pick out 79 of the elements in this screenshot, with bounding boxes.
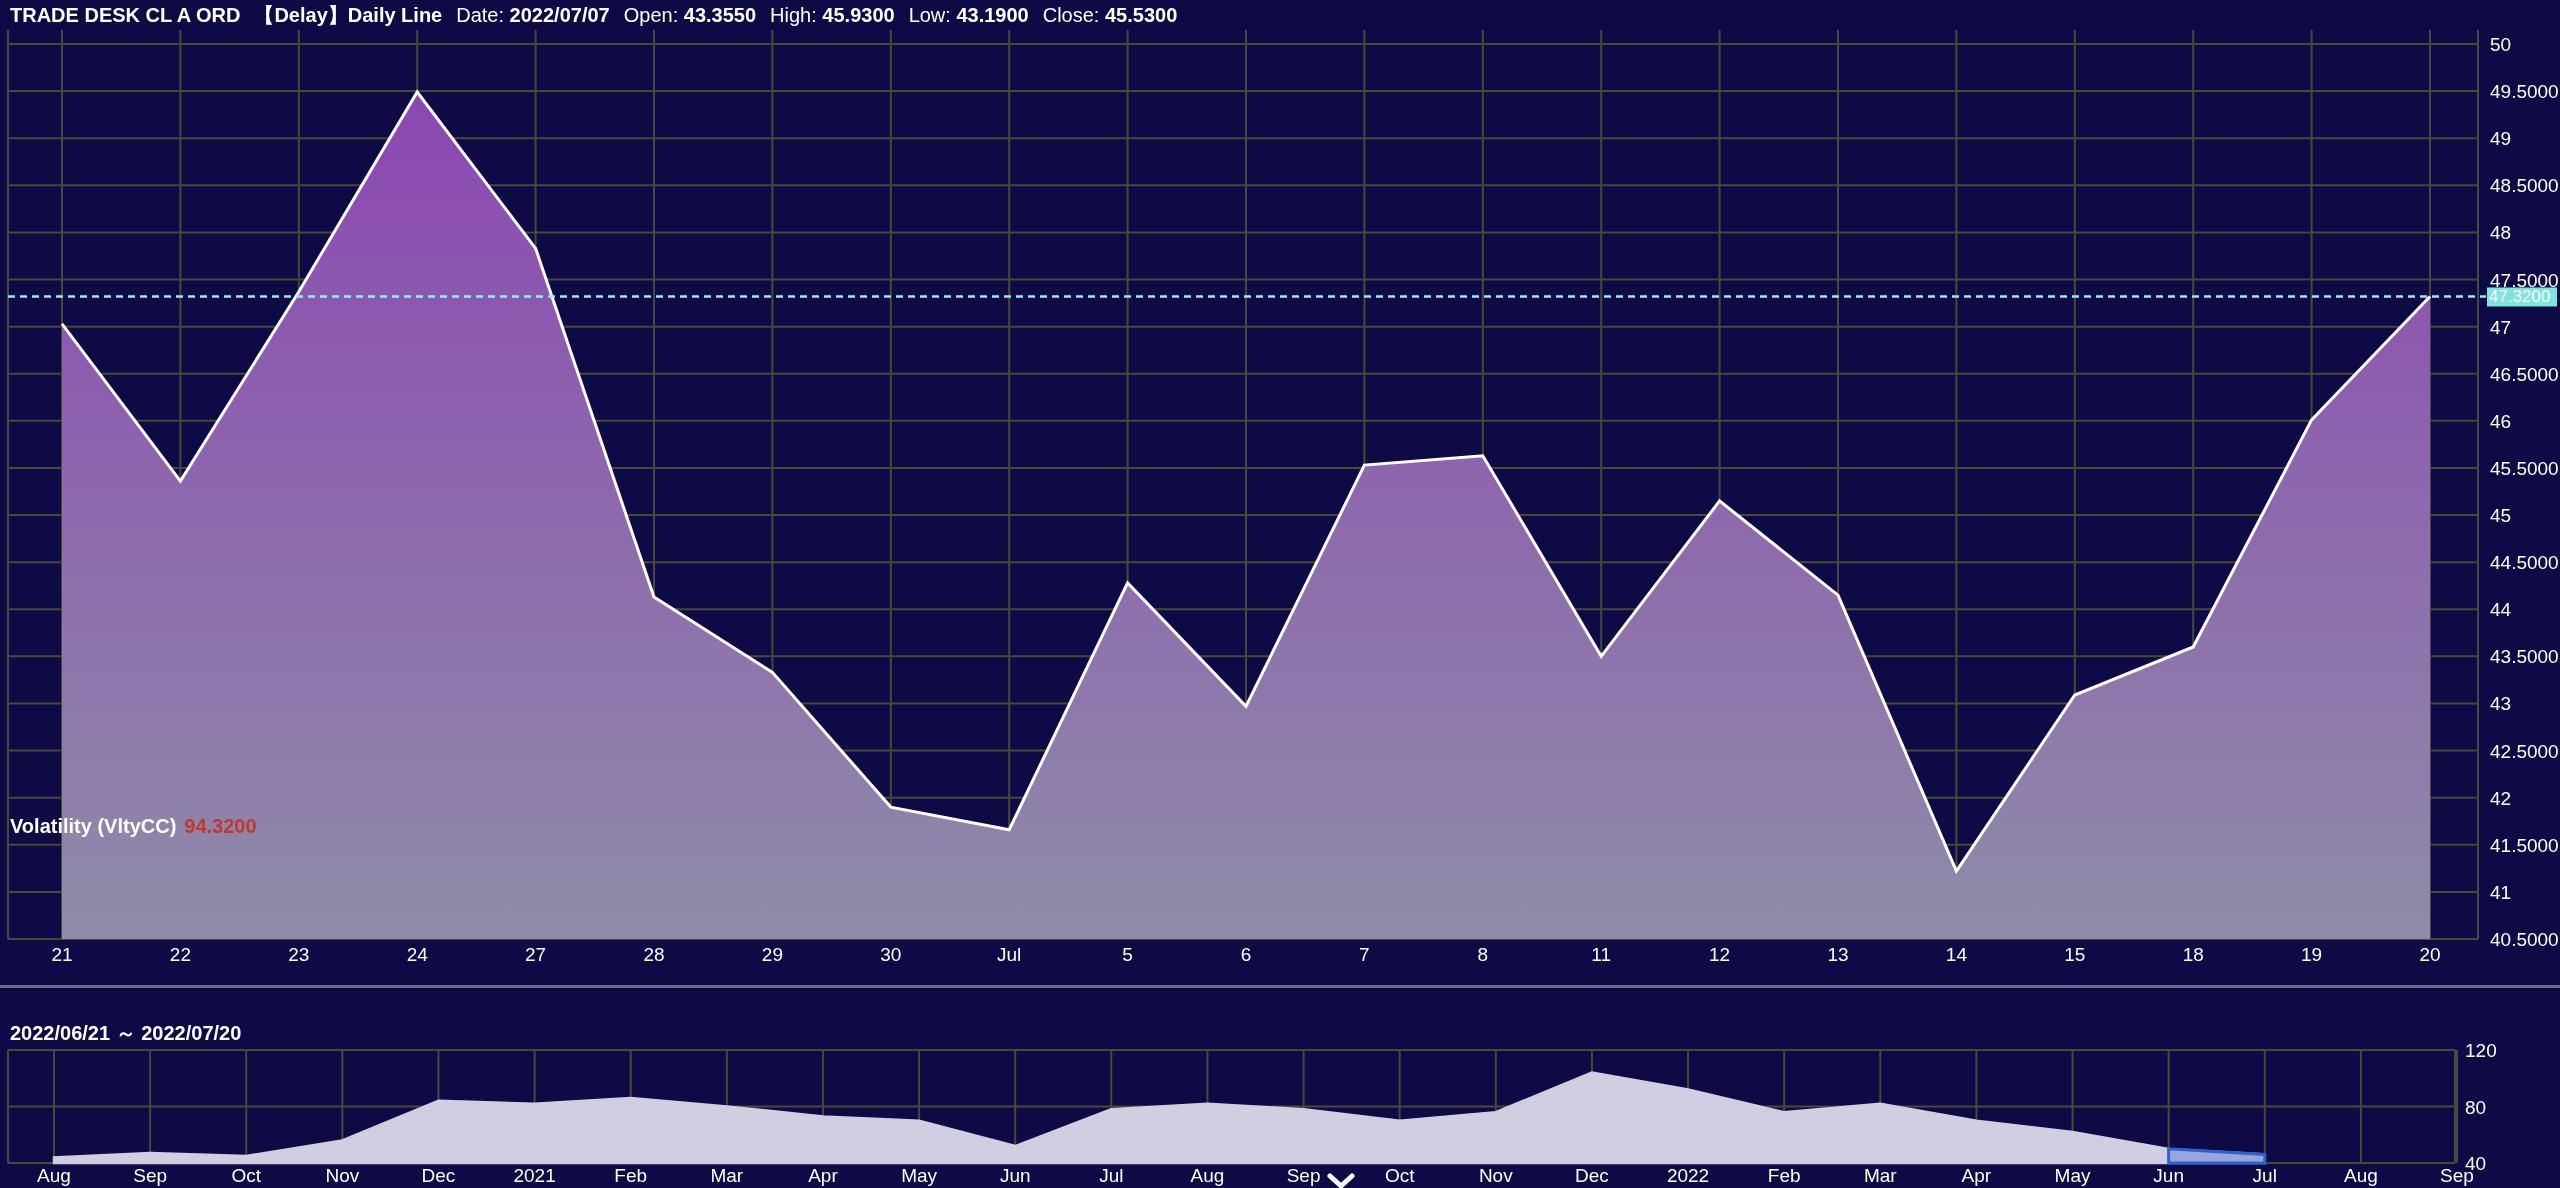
axis-label: 22 xyxy=(169,944,191,965)
axis-label: 7 xyxy=(1359,944,1370,965)
axis-label: 24 xyxy=(406,944,428,965)
axis-label: 42.5000 xyxy=(2490,740,2559,762)
axis-label: 50 xyxy=(2490,34,2512,55)
axis-label: 28 xyxy=(643,944,665,965)
axis-label: 27 xyxy=(525,944,547,965)
axis-label: 48.5000 xyxy=(2490,175,2559,197)
axis-label: 120 xyxy=(2465,1040,2497,1061)
axis-label: Oct xyxy=(1384,1165,1415,1186)
quote-field: Low: 43.1900 xyxy=(908,3,1029,27)
axis-label: 20 xyxy=(2419,944,2441,965)
axis-label: 42 xyxy=(2490,787,2512,809)
axis-label: 11 xyxy=(1591,944,1612,965)
axis-label: Dec xyxy=(421,1165,456,1186)
quote-field: Date: 2022/07/07 xyxy=(456,3,610,27)
axis-label: Aug xyxy=(2343,1165,2378,1186)
axis-label: 41 xyxy=(2490,881,2512,903)
axis-label: Feb xyxy=(1767,1165,1801,1186)
axis-label: Mar xyxy=(1863,1165,1897,1186)
axis-label: 46.5000 xyxy=(2490,363,2559,385)
date-range-label: 2022/06/21 ～ 2022/07/20 xyxy=(10,1022,242,1044)
axis-label: 21 xyxy=(51,944,73,965)
axis-label: Sep xyxy=(1286,1165,1321,1186)
axis-label: 2022 xyxy=(1666,1165,1710,1186)
axis-label: 2021 xyxy=(513,1165,556,1186)
axis-label: 29 xyxy=(761,944,783,965)
axis-label: Oct xyxy=(231,1165,261,1186)
price-tag: 47.3200 xyxy=(2487,287,2557,307)
axis-label: Apr xyxy=(1961,1165,1992,1186)
axis-label: Jun xyxy=(999,1165,1031,1186)
quote-field: Close: 45.5300 xyxy=(1042,3,1178,27)
axis-label: Mar xyxy=(710,1165,744,1186)
axis-label: Nov xyxy=(1478,1165,1513,1186)
axis-label: 80 xyxy=(2465,1096,2487,1118)
selected-range-area[interactable] xyxy=(2167,1147,2267,1165)
axis-label: 14 xyxy=(1945,944,1967,965)
axis-label: 44.5000 xyxy=(2490,552,2559,574)
axis-label: 44 xyxy=(2490,599,2512,621)
axis-label: Aug xyxy=(37,1165,71,1186)
axis-label: 12 xyxy=(1709,944,1731,965)
axis-label: 30 xyxy=(880,944,902,965)
axis-label: 47 xyxy=(2490,316,2512,338)
axis-label: Sep xyxy=(133,1165,168,1186)
quote-field: High: 45.9300 xyxy=(770,3,895,27)
axis-label: 15 xyxy=(2064,944,2086,965)
axis-label: 48 xyxy=(2490,222,2512,244)
axis-label: 6 xyxy=(1240,944,1252,965)
stock-title: TRADE DESK CL A ORD xyxy=(10,3,241,27)
axis-label: 41.5000 xyxy=(2490,834,2559,856)
chevron-down-icon[interactable] xyxy=(1327,1173,1355,1188)
axis-label: 43 xyxy=(2490,693,2512,715)
axis-label: May xyxy=(2054,1165,2091,1186)
axis-label: 46 xyxy=(2490,410,2512,432)
axis-label: 49 xyxy=(2490,128,2512,150)
axis-label: 49.5000 xyxy=(2490,81,2559,103)
axis-label: 5 xyxy=(1122,944,1133,965)
axis-label: 13 xyxy=(1827,944,1849,965)
quote-field: Open: 43.3550 xyxy=(623,3,757,27)
axis-label: Jul xyxy=(997,944,1022,965)
axis-label: 45 xyxy=(2490,505,2512,527)
axis-label: Jul xyxy=(2252,1165,2277,1186)
axis-label: 40.5000 xyxy=(2490,929,2559,950)
axis-label: 43.5000 xyxy=(2490,646,2559,668)
chart-mode: 【Delay】Daily Line xyxy=(254,2,443,28)
axis-label: Jun xyxy=(2153,1165,2184,1186)
axis-label: Jul xyxy=(1099,1165,1124,1186)
axis-label: Apr xyxy=(808,1165,838,1186)
axis-label: 8 xyxy=(1477,944,1489,965)
axis-label: 45.5000 xyxy=(2490,457,2559,479)
axis-label: Feb xyxy=(614,1165,648,1186)
axis-label: 23 xyxy=(288,944,310,965)
axis-label: May xyxy=(901,1165,938,1186)
volatility-label: Volatility (VltyCC) 94.3200 xyxy=(10,815,257,837)
axis-label: 19 xyxy=(2301,944,2323,965)
axis-label: Nov xyxy=(325,1165,360,1186)
axis-label: Aug xyxy=(1190,1165,1225,1186)
axis-label: Dec xyxy=(1575,1165,1609,1186)
axis-label: 18 xyxy=(2182,944,2204,965)
